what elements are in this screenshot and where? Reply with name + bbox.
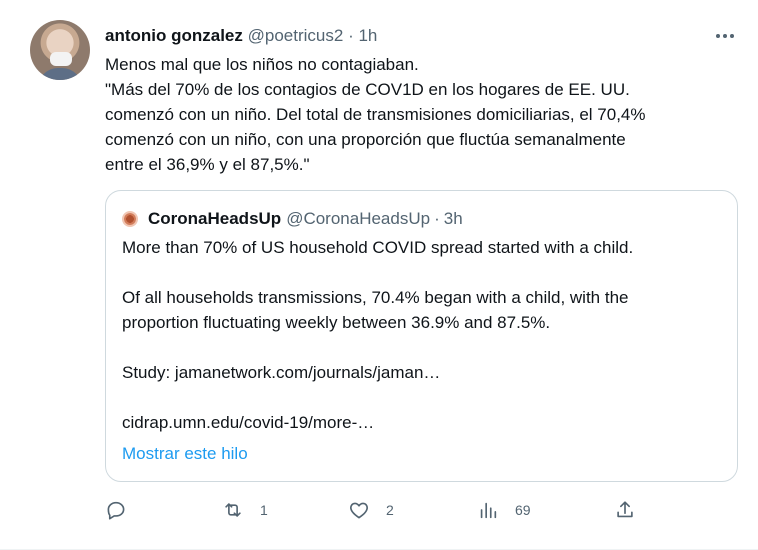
share-button[interactable] bbox=[614, 496, 652, 524]
views-count: 69 bbox=[515, 502, 531, 518]
heart-icon bbox=[350, 502, 368, 519]
quote-text-line bbox=[122, 385, 722, 410]
tweet-text-line: comenzó con un niño. Del total de transm… bbox=[105, 105, 646, 124]
tweet-text-line: "Más del 70% de los contagios de COV1D e… bbox=[105, 80, 630, 99]
more-dot-icon bbox=[716, 34, 720, 38]
quote-text-line: Of all households transmissions, 70.4% b… bbox=[122, 288, 629, 307]
tweet-text-line: comenzó con un niño, con una proporción … bbox=[105, 130, 626, 149]
avatar[interactable] bbox=[30, 20, 90, 80]
author-name[interactable]: antonio gonzalez bbox=[105, 26, 243, 45]
tweet-text-line: Menos mal que los niños no contagiaban. bbox=[105, 55, 419, 74]
quoted-tweet[interactable]: CoronaHeadsUp @CoronaHeadsUp · 3h More t… bbox=[105, 190, 738, 482]
views-icon bbox=[480, 502, 497, 519]
virus-avatar-icon bbox=[124, 213, 136, 225]
quote-text: More than 70% of US household COVID spre… bbox=[122, 235, 722, 435]
quote-header: CoronaHeadsUp @CoronaHeadsUp · 3h bbox=[124, 208, 463, 230]
quote-link-cidrap: cidrap.umn.edu/covid-19/more-… bbox=[122, 413, 375, 432]
header-separator: · bbox=[348, 26, 354, 45]
action-bar: 1 2 69 bbox=[105, 496, 645, 524]
retweet-button[interactable]: 1 bbox=[222, 496, 268, 524]
quote-separator: · bbox=[434, 209, 440, 228]
more-options-button[interactable] bbox=[714, 26, 736, 46]
quote-author-handle: @CoronaHeadsUp bbox=[286, 209, 431, 228]
reply-icon bbox=[107, 501, 125, 520]
retweet-count: 1 bbox=[260, 502, 268, 518]
like-button[interactable]: 2 bbox=[348, 496, 394, 524]
tweet-time[interactable]: 1h bbox=[358, 26, 377, 45]
author-handle[interactable]: @poetricus2 bbox=[248, 26, 344, 45]
tweet[interactable]: antonio gonzalez @poetricus2 · 1h Menos … bbox=[0, 0, 758, 550]
tweet-header: antonio gonzalez @poetricus2 · 1h bbox=[105, 25, 377, 47]
share-icon bbox=[617, 501, 633, 518]
avatar-shirt bbox=[38, 68, 82, 80]
quote-text-line: More than 70% of US household COVID spre… bbox=[122, 238, 634, 257]
quote-author-name: CoronaHeadsUp bbox=[148, 209, 282, 228]
views-button[interactable]: 69 bbox=[477, 496, 531, 524]
reply-button[interactable] bbox=[105, 496, 143, 524]
tweet-text: Menos mal que los niños no contagiaban. … bbox=[105, 52, 745, 177]
quote-text-line: proportion fluctuating weekly between 36… bbox=[122, 313, 551, 332]
tweet-text-line: entre el 36,9% y el 87,5%." bbox=[105, 155, 310, 174]
quote-text-line bbox=[122, 335, 722, 360]
quote-time: 3h bbox=[443, 209, 463, 228]
retweet-icon bbox=[225, 503, 241, 517]
show-thread-link[interactable]: Mostrar este hilo bbox=[122, 441, 248, 466]
avatar-mask bbox=[50, 52, 72, 66]
quote-text-line bbox=[122, 260, 722, 285]
more-dot-icon bbox=[723, 34, 727, 38]
more-dot-icon bbox=[730, 34, 734, 38]
like-count: 2 bbox=[386, 502, 394, 518]
quote-link-study: Study: jamanetwork.com/journals/jaman… bbox=[122, 363, 441, 382]
